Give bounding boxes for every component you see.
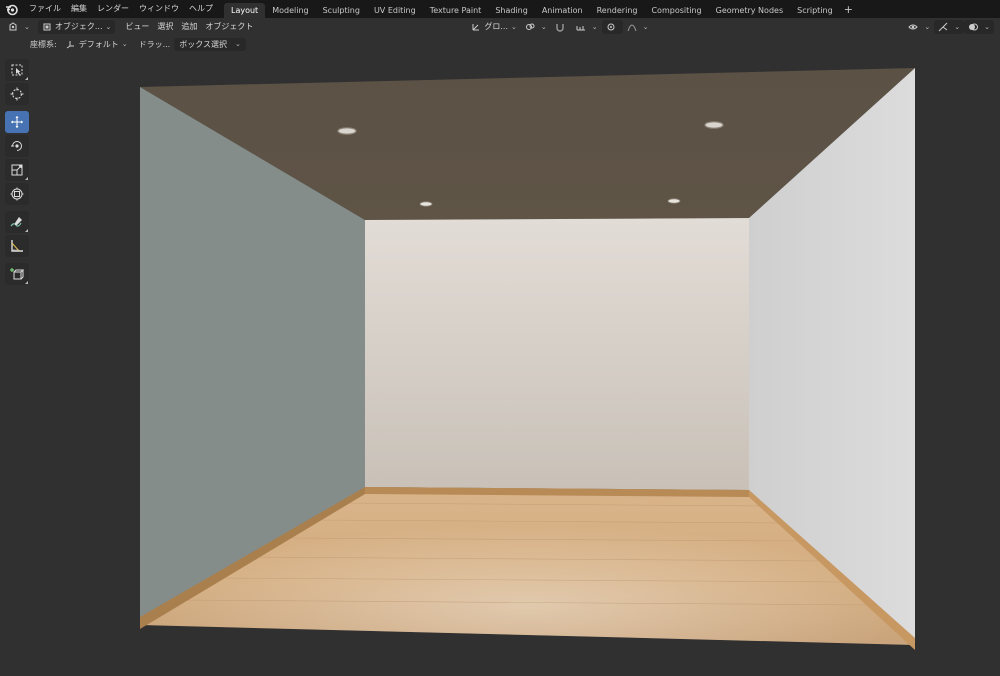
add-cube-icon [10, 268, 24, 280]
eye-icon [908, 24, 919, 29]
menu-edit[interactable]: 編集 [66, 0, 92, 18]
move-tool[interactable] [5, 111, 29, 133]
menu-object[interactable]: オブジェクト [201, 20, 257, 34]
tab-rendering[interactable]: Rendering [590, 3, 645, 18]
tab-compositing[interactable]: Compositing [644, 3, 708, 18]
viewport-header: ⌄ オブジェク... ⌄ ビュー 選択 追加 オブジェクト グロ... ⌄ ⌄ … [0, 18, 1000, 35]
falloff-curve-icon [627, 24, 637, 31]
tool-variants-indicator [25, 177, 28, 180]
chevron-down-icon: ⌄ [121, 40, 128, 48]
snap-magnet-icon [556, 23, 564, 32]
drag-setting-value: ボックス選択 [179, 39, 227, 49]
falloff-dropdown[interactable]: ⌄ [623, 20, 653, 34]
tab-geometry-nodes[interactable]: Geometry Nodes [709, 3, 790, 18]
tab-shading[interactable]: Shading [488, 3, 535, 18]
menu-select[interactable]: 選択 [153, 20, 177, 34]
blender-logo-icon[interactable] [4, 2, 18, 16]
object-mode-icon [43, 23, 51, 30]
pivot-point-dropdown[interactable]: ⌄ [521, 20, 551, 34]
chevron-down-icon: ⌄ [511, 22, 517, 31]
axis-icon [66, 41, 74, 49]
tab-layout[interactable]: Layout [224, 3, 266, 18]
chevron-down-icon: ⌄ [984, 22, 990, 31]
scale-icon [11, 164, 23, 176]
drag-setting-label: ドラッ... [138, 39, 171, 49]
visibility-dropdown[interactable]: ⌄ [904, 20, 934, 34]
chevron-down-icon: ⌄ [642, 22, 649, 31]
chevron-down-icon: ⌄ [24, 22, 30, 31]
tab-scripting[interactable]: Scripting [790, 3, 840, 18]
tab-texture-paint[interactable]: Texture Paint [423, 3, 489, 18]
workspace-tabs: Layout Modeling Sculpting UV Editing Tex… [224, 0, 857, 18]
menu-file[interactable]: ファイル [24, 0, 66, 18]
rotate-icon [11, 141, 22, 151]
proportional-edit-icon [607, 23, 615, 30]
overlay-toggle[interactable]: ⌄ [964, 19, 994, 34]
overlay-icon [969, 23, 979, 30]
tab-uv-editing[interactable]: UV Editing [367, 3, 423, 18]
menu-window[interactable]: ウィンドウ [134, 0, 184, 18]
snap-increment-icon [576, 25, 585, 30]
editor-type-button[interactable]: ⌄ [4, 20, 34, 34]
proportional-edit-toggle[interactable] [601, 19, 623, 34]
tab-animation[interactable]: Animation [535, 3, 590, 18]
cursor-icon [10, 87, 24, 101]
cursor-tool[interactable] [5, 83, 29, 105]
annotate-tool[interactable] [5, 211, 29, 233]
tool-variants-indicator [25, 229, 28, 232]
mode-label: オブジェク... [54, 22, 103, 31]
measure-icon [11, 240, 23, 252]
chevron-down-icon: ⌄ [954, 22, 961, 31]
pivot-icon [525, 23, 535, 30]
tab-sculpting[interactable]: Sculpting [316, 3, 367, 18]
3d-viewport[interactable] [0, 53, 1000, 676]
move-icon [11, 116, 23, 128]
menu-help[interactable]: ヘルプ [184, 0, 218, 18]
gizmo-toggle[interactable]: ⌄ [934, 19, 965, 34]
tool-variants-indicator [25, 281, 28, 284]
tab-modeling[interactable]: Modeling [265, 3, 315, 18]
menu-view[interactable]: ビュー [121, 20, 153, 34]
orientation-setting-value: デフォルト [78, 39, 119, 49]
gizmo-icon [938, 22, 948, 31]
orientation-setting-label: 座標系: [30, 39, 57, 49]
orientation-label: グロ... [484, 22, 509, 31]
orientation-icon [472, 23, 480, 30]
add-workspace-button[interactable]: + [840, 3, 857, 16]
menu-add[interactable]: 追加 [177, 20, 201, 34]
scale-tool[interactable] [5, 159, 29, 181]
rotate-tool[interactable] [5, 135, 29, 157]
annotate-icon [10, 217, 22, 227]
transform-tool[interactable] [5, 183, 29, 205]
select-box-tool[interactable] [5, 59, 29, 81]
chevron-down-icon: ⌄ [924, 22, 931, 31]
tool-variants-indicator [25, 77, 28, 80]
mode-dropdown[interactable]: オブジェク... ⌄ [37, 19, 116, 34]
chevron-down-icon: ⌄ [105, 22, 112, 31]
measure-tool[interactable] [5, 235, 29, 257]
snap-target-dropdown[interactable]: ⌄ [572, 20, 602, 34]
menu-render[interactable]: レンダー [92, 0, 134, 18]
tool-settings-bar: 座標系: デフォルト ⌄ ドラッ... ボックス選択 ⌄ [0, 35, 1000, 53]
chevron-down-icon: ⌄ [591, 22, 598, 31]
viewport-icon [9, 21, 17, 30]
add-cube-tool[interactable] [5, 263, 29, 285]
transform-icon [10, 187, 24, 201]
transform-orientation-dropdown[interactable]: グロ... ⌄ [467, 20, 521, 34]
chevron-down-icon: ⌄ [540, 22, 547, 31]
orientation-setting-dropdown[interactable]: デフォルト ⌄ [61, 38, 133, 51]
drag-setting-dropdown[interactable]: ボックス選択 ⌄ [174, 37, 246, 51]
back-wall [365, 218, 749, 490]
chevron-down-icon: ⌄ [234, 40, 241, 48]
room-scene [140, 68, 915, 650]
snap-toggle[interactable] [551, 20, 572, 34]
top-menu-bar: ファイル 編集 レンダー ウィンドウ ヘルプ Layout Modeling S… [0, 0, 1000, 18]
tool-shelf [5, 59, 31, 287]
select-box-icon [11, 64, 23, 76]
